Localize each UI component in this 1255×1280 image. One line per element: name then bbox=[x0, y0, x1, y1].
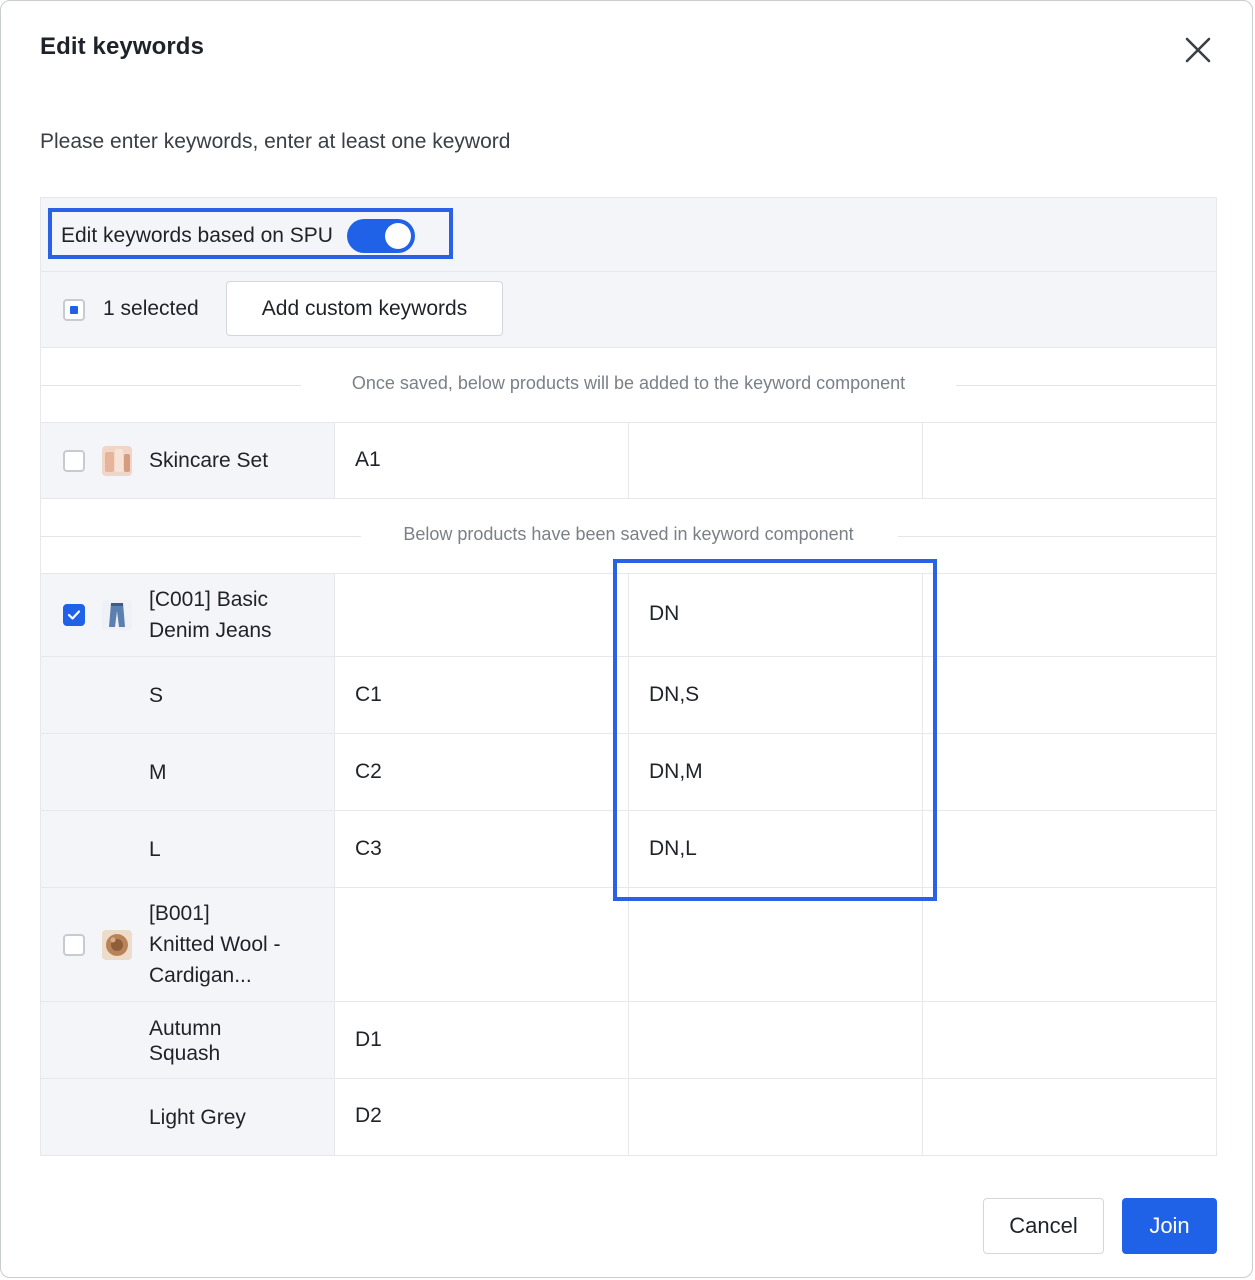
keyword-cell[interactable] bbox=[335, 888, 629, 1001]
table-row-variant-autumn-squash: Autumn Squash D1 bbox=[41, 1002, 1216, 1079]
cell-value: C1 bbox=[355, 683, 382, 706]
keyword-cell[interactable] bbox=[923, 1079, 1216, 1155]
cell-value: A1 bbox=[355, 448, 381, 471]
keyword-cell[interactable] bbox=[335, 574, 629, 656]
product-name-line: Cardigan... bbox=[149, 964, 252, 987]
cell-value: D2 bbox=[355, 1104, 382, 1127]
variant-cell: L bbox=[41, 811, 335, 887]
variant-name: M bbox=[149, 761, 167, 784]
variant-name-line: Autumn bbox=[149, 1017, 222, 1040]
cell-value: DN bbox=[649, 602, 680, 625]
spu-toggle-group: Edit keywords based on SPU bbox=[61, 219, 415, 253]
keyword-table: Edit keywords based on SPU 1 selected Ad… bbox=[40, 197, 1217, 1156]
keyword-cell[interactable] bbox=[629, 1002, 923, 1078]
keyword-cell[interactable]: C2 bbox=[335, 734, 629, 810]
unsaved-divider: Once saved, below products will be added… bbox=[41, 348, 1216, 423]
table-row-skincare-set: Skincare Set A1 bbox=[41, 423, 1216, 499]
variant-name-line: Squash bbox=[149, 1042, 221, 1065]
join-button[interactable]: Join bbox=[1122, 1198, 1217, 1254]
cancel-button[interactable]: Cancel bbox=[983, 1198, 1104, 1254]
table-row-denim-jeans: [C001] Basic Denim Jeans DN bbox=[41, 574, 1216, 657]
keyword-cell[interactable] bbox=[629, 1079, 923, 1155]
product-name: Skincare Set bbox=[149, 449, 269, 472]
keyword-cell[interactable] bbox=[923, 657, 1216, 733]
keyword-cell[interactable]: DN bbox=[629, 574, 923, 656]
keyword-cell[interactable]: DN,M bbox=[629, 734, 923, 810]
cell-value: C2 bbox=[355, 760, 382, 783]
cell-value: DN,M bbox=[649, 760, 703, 783]
saved-divider: Below products have been saved in keywor… bbox=[41, 499, 1216, 574]
keyword-cell[interactable]: C1 bbox=[335, 657, 629, 733]
product-name-line: [B001] bbox=[149, 902, 210, 925]
selected-count: 1 selected bbox=[103, 297, 199, 320]
variant-name: S bbox=[149, 684, 164, 707]
product-name-line: [C001] Basic bbox=[149, 588, 269, 611]
product-checkbox[interactable] bbox=[63, 450, 85, 472]
product-cell: [B001] Knitted Wool - Cardigan... bbox=[41, 888, 335, 1001]
select-all-checkbox[interactable] bbox=[63, 299, 85, 321]
keyword-cell[interactable]: D1 bbox=[335, 1002, 629, 1078]
table-row-cardigan: [B001] Knitted Wool - Cardigan... bbox=[41, 888, 1216, 1002]
keyword-cell[interactable] bbox=[923, 811, 1216, 887]
spu-toggle-switch[interactable] bbox=[346, 219, 415, 253]
product-thumbnail bbox=[102, 446, 132, 476]
cell-value: C3 bbox=[355, 837, 382, 860]
keyword-cell[interactable] bbox=[923, 423, 1216, 498]
table-row-variant-s: S C1 DN,S bbox=[41, 657, 1216, 734]
switch-knob bbox=[384, 223, 411, 249]
spu-toggle-bar: Edit keywords based on SPU bbox=[41, 198, 1216, 272]
variant-cell: Autumn Squash bbox=[41, 1002, 335, 1078]
cell-value: DN,S bbox=[649, 683, 700, 706]
table-row-variant-light-grey: Light Grey D2 bbox=[41, 1079, 1216, 1155]
variant-name: Light Grey bbox=[149, 1106, 246, 1129]
product-name-line: Knitted Wool - bbox=[149, 933, 281, 956]
keyword-cell[interactable]: DN,S bbox=[629, 657, 923, 733]
product-thumbnail bbox=[102, 600, 132, 630]
table-row-variant-l: L C3 DN,L bbox=[41, 811, 1216, 888]
keyword-cell[interactable]: C3 bbox=[335, 811, 629, 887]
spu-toggle-label: Edit keywords based on SPU bbox=[61, 224, 333, 247]
variant-name: L bbox=[149, 838, 161, 861]
edit-keywords-dialog: Edit keywords Please enter keywords, ent… bbox=[0, 0, 1253, 1278]
keyword-cell[interactable] bbox=[629, 888, 923, 1001]
keyword-cell[interactable]: D2 bbox=[335, 1079, 629, 1155]
keyword-cell[interactable]: A1 bbox=[335, 423, 629, 498]
product-cell: [C001] Basic Denim Jeans bbox=[41, 574, 335, 656]
product-cell: Skincare Set bbox=[41, 423, 335, 498]
saved-divider-text: Below products have been saved in keywor… bbox=[383, 524, 874, 544]
instruction-text: Please enter keywords, enter at least on… bbox=[40, 130, 511, 153]
product-name-line: Denim Jeans bbox=[149, 619, 272, 642]
keyword-cell[interactable]: DN,L bbox=[629, 811, 923, 887]
product-name: [B001] Knitted Wool - Cardigan... bbox=[149, 898, 281, 991]
keyword-cell[interactable] bbox=[923, 1002, 1216, 1078]
variant-cell: M bbox=[41, 734, 335, 810]
variant-cell: S bbox=[41, 657, 335, 733]
keyword-cell[interactable] bbox=[923, 734, 1216, 810]
dialog-title: Edit keywords bbox=[40, 33, 205, 60]
table-row-variant-m: M C2 DN,M bbox=[41, 734, 1216, 811]
variant-name: Autumn Squash bbox=[149, 1016, 221, 1066]
product-name: [C001] Basic Denim Jeans bbox=[149, 584, 272, 646]
selection-bar: 1 selected Add custom keywords bbox=[41, 272, 1216, 348]
cell-value: D1 bbox=[355, 1028, 382, 1051]
close-icon[interactable] bbox=[1182, 34, 1214, 66]
variant-cell: Light Grey bbox=[41, 1079, 335, 1155]
product-checkbox[interactable] bbox=[63, 934, 85, 956]
add-custom-keywords-button[interactable]: Add custom keywords bbox=[226, 281, 503, 336]
unsaved-divider-text: Once saved, below products will be added… bbox=[331, 373, 926, 393]
cell-value: DN,L bbox=[649, 837, 697, 860]
keyword-cell[interactable] bbox=[923, 574, 1216, 656]
keyword-cell[interactable] bbox=[629, 423, 923, 498]
keyword-cell[interactable] bbox=[923, 888, 1216, 1001]
product-checkbox[interactable] bbox=[63, 604, 85, 626]
product-thumbnail bbox=[102, 930, 132, 960]
